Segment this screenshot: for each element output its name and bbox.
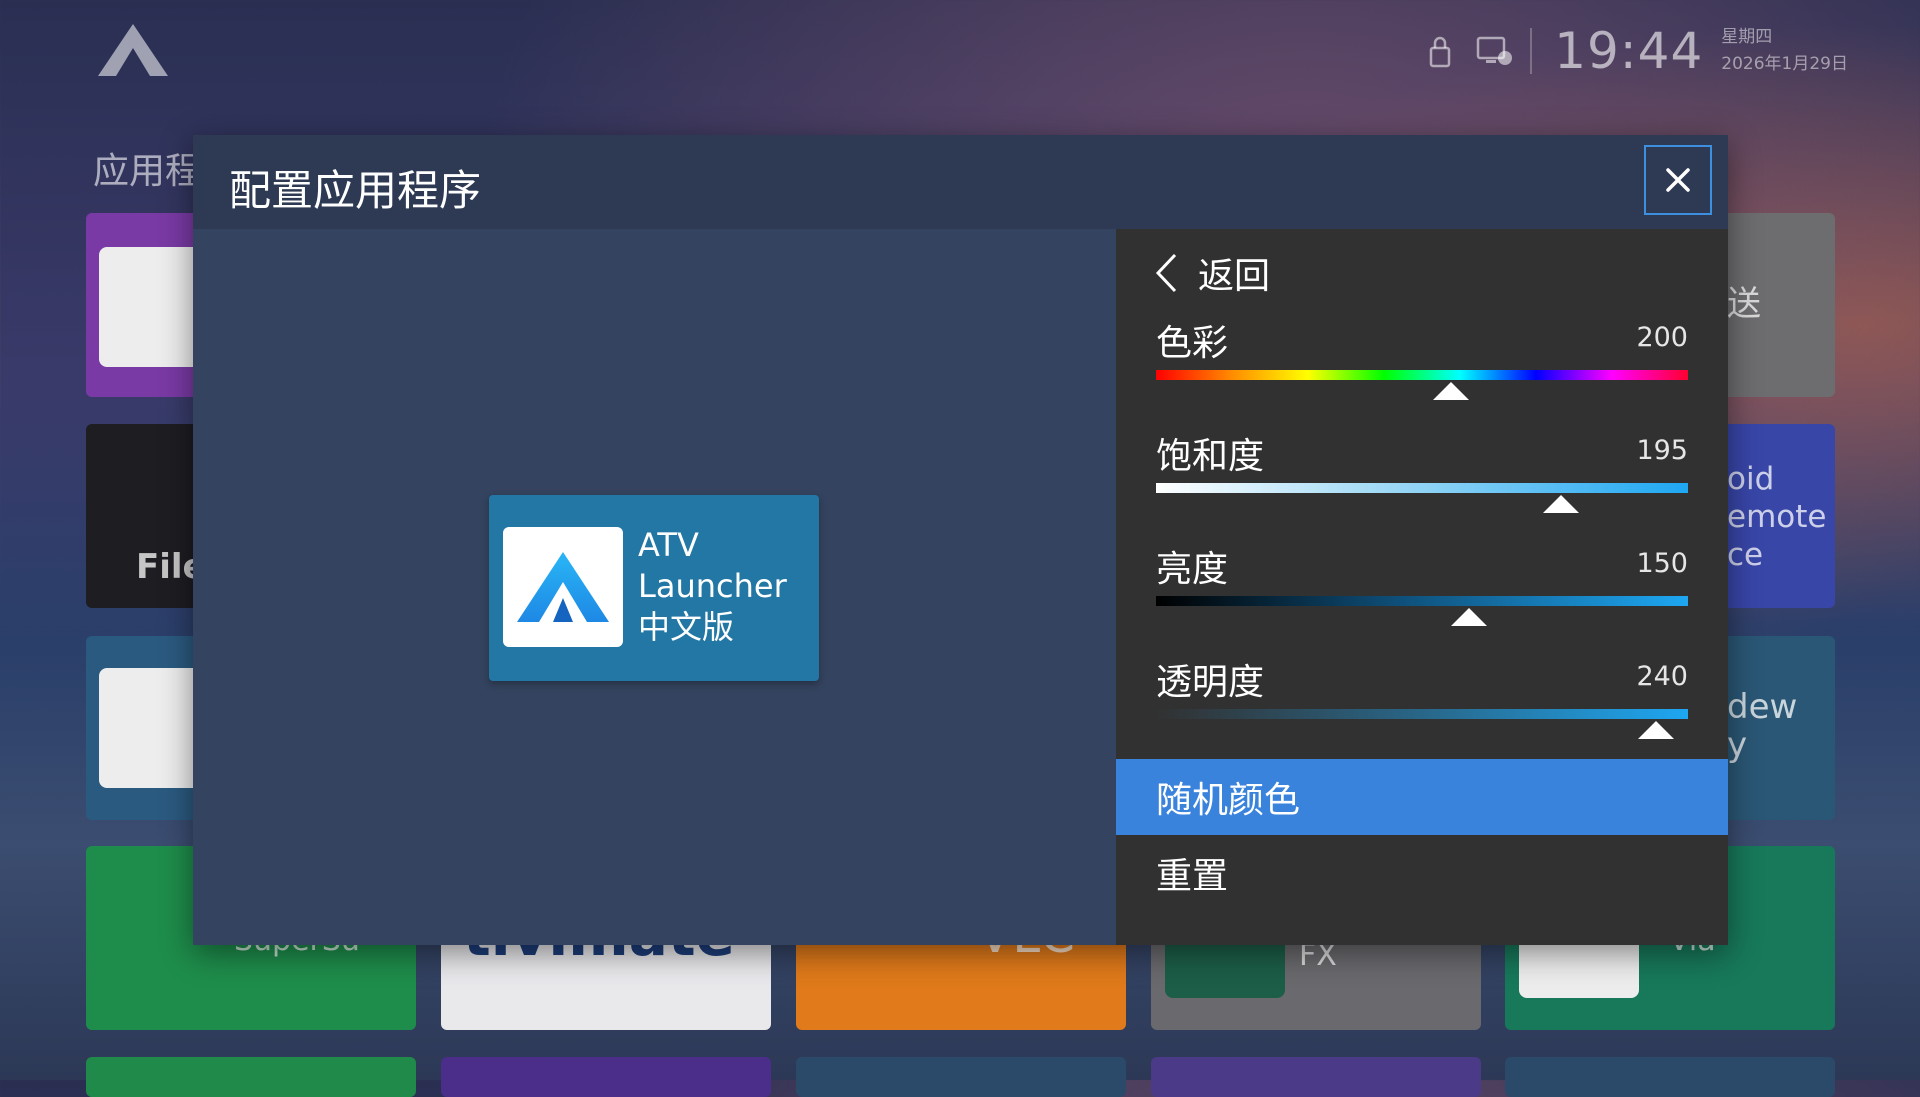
dialog-header: 配置应用程序	[193, 135, 1728, 229]
menu-label: 随机颜色	[1156, 780, 1301, 821]
status-separator	[1530, 28, 1533, 74]
reset-button[interactable]: 重置	[1116, 835, 1728, 911]
slider-thumb[interactable]	[1638, 721, 1675, 739]
back-button[interactable]: 返回	[1154, 247, 1270, 299]
tile-row5-3[interactable]	[796, 1057, 1126, 1097]
slider-label: 色彩	[1156, 323, 1229, 364]
saturation-slider[interactable]: 饱和度 195	[1156, 427, 1688, 517]
atv-launcher-icon	[503, 527, 623, 647]
slider-track	[1156, 483, 1688, 493]
random-color-button[interactable]: 随机颜色	[1116, 759, 1728, 835]
brightness-slider[interactable]: 亮度 150	[1156, 540, 1688, 630]
weekday: 星期四	[1721, 27, 1773, 47]
slider-value: 150	[1636, 548, 1688, 579]
slider-track	[1156, 370, 1688, 380]
tile-row5-5[interactable]	[1505, 1057, 1835, 1097]
dialog-title: 配置应用程序	[229, 166, 482, 215]
lock-icon	[1429, 36, 1451, 68]
tile-label: oid emote ce	[1727, 461, 1827, 573]
chevron-left-icon	[1155, 253, 1177, 293]
clock: 19:44	[1554, 22, 1704, 80]
slider-label: 饱和度	[1156, 436, 1265, 477]
date-block: 星期四 2026年1月29日	[1721, 24, 1848, 78]
app-card[interactable]: ATV Launcher 中文版	[489, 495, 819, 681]
slider-thumb[interactable]	[1450, 608, 1487, 626]
slider-value: 195	[1636, 435, 1688, 466]
slider-value: 240	[1636, 661, 1688, 692]
status-bar: 19:44 星期四 2026年1月29日	[1406, 22, 1848, 80]
configure-app-dialog: 配置应用程序 ATV Launcher 中文版 返回 色彩 200 饱和度 19…	[193, 135, 1728, 945]
slider-value: 200	[1636, 322, 1688, 353]
back-label: 返回	[1198, 256, 1271, 297]
close-icon	[1666, 168, 1690, 192]
slider-label: 亮度	[1156, 549, 1229, 590]
section-title: 应用程	[93, 151, 202, 192]
slider-thumb[interactable]	[1543, 495, 1580, 513]
opacity-slider[interactable]: 透明度 240	[1156, 653, 1688, 743]
menu-label: 重置	[1156, 856, 1229, 897]
app-preview-area: ATV Launcher 中文版	[193, 229, 1116, 945]
color-settings-panel: 返回 色彩 200 饱和度 195 亮度 150 透明度 240 随机颜色 重置	[1116, 229, 1728, 945]
date: 2026年1月29日	[1721, 54, 1848, 74]
slider-track	[1156, 709, 1688, 719]
slider-track	[1156, 596, 1688, 606]
atv-logo-icon	[98, 24, 168, 76]
hue-slider[interactable]: 色彩 200	[1156, 314, 1688, 404]
app-name: ATV Launcher 中文版	[638, 526, 787, 646]
tile-row5-2[interactable]	[441, 1057, 771, 1097]
tile-label: 送	[1727, 284, 1761, 324]
tile-row5-4[interactable]	[1151, 1057, 1481, 1097]
tile-row5-1[interactable]	[86, 1057, 416, 1097]
slider-label: 透明度	[1156, 662, 1265, 703]
tile-label: dew y	[1727, 687, 1798, 765]
close-button[interactable]	[1644, 145, 1712, 215]
screen-alert-icon	[1476, 36, 1513, 65]
slider-thumb[interactable]	[1433, 382, 1470, 400]
